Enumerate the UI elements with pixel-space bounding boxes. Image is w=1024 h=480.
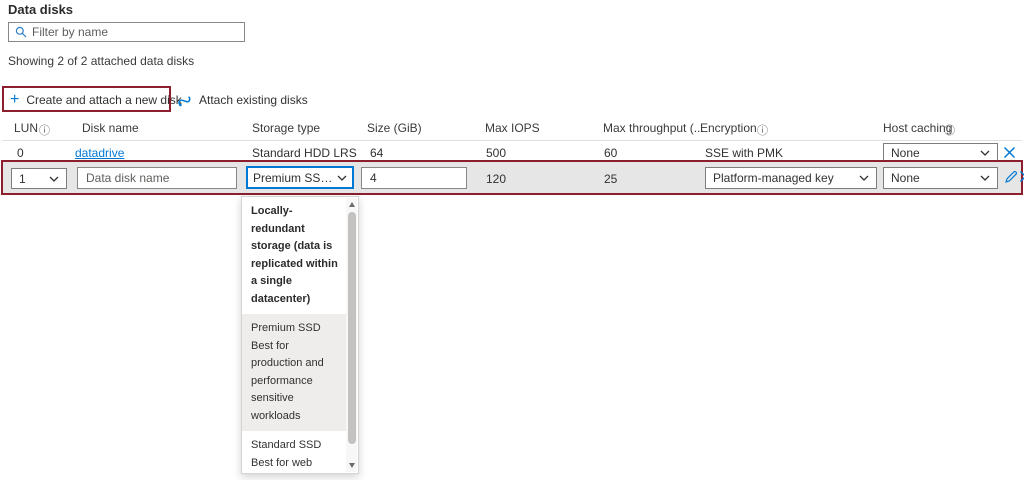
- dropdown-option-premium-ssd[interactable]: Premium SSD Best for production and perf…: [242, 314, 346, 431]
- option-description: Best for production and performance sens…: [251, 339, 324, 422]
- column-header-max-throughput: Max throughput (...: [603, 121, 704, 135]
- edit-disk-button[interactable]: [1004, 170, 1018, 184]
- row1-encryption: SSE with PMK: [705, 146, 784, 160]
- chevron-down-icon: [980, 175, 990, 181]
- pencil-icon: [1005, 170, 1018, 183]
- column-header-storage-type: Storage type: [252, 121, 321, 135]
- chevron-down-icon: [859, 175, 869, 181]
- row1-storage-type: Standard HDD LRS: [252, 146, 357, 160]
- chevron-down-icon: [49, 176, 59, 182]
- column-header-max-iops: Max IOPS: [485, 121, 540, 135]
- storage-type-dropdown: Locally-redundant storage (data is repli…: [241, 196, 359, 474]
- row1-size: 64: [370, 146, 384, 160]
- row1-disk-name-link[interactable]: datadrive: [75, 146, 124, 160]
- column-header-size: Size (GiB): [367, 121, 422, 135]
- header-divider: [2, 140, 1022, 141]
- row1-max-throughput: 60: [604, 146, 618, 160]
- filter-input-wrapper: [8, 22, 245, 42]
- new-disk-lun-select[interactable]: 1: [11, 168, 67, 189]
- new-disk-storage-type-select[interactable]: Premium SSD (l...: [246, 166, 354, 189]
- attach-existing-disks-label: Attach existing disks: [199, 93, 308, 107]
- option-description: Best for web servers, lightly used enter…: [251, 456, 313, 469]
- info-icon[interactable]: ⓘ: [757, 122, 768, 138]
- attach-existing-disks-button[interactable]: Attach existing disks: [177, 89, 308, 111]
- create-and-attach-disk-label: Create and attach a new disk: [26, 93, 182, 107]
- new-disk-host-caching-select[interactable]: None: [883, 167, 998, 189]
- new-disk-max-iops: 120: [486, 172, 507, 186]
- delete-new-disk-button[interactable]: [1019, 170, 1024, 183]
- column-header-host-caching: Host caching: [883, 121, 953, 135]
- option-name: Standard SSD: [251, 439, 322, 451]
- chevron-down-icon: [980, 150, 990, 156]
- chevron-down-icon: [337, 175, 347, 181]
- scroll-up-icon[interactable]: [348, 202, 355, 207]
- filter-input[interactable]: [32, 25, 238, 39]
- plus-icon: +: [10, 91, 20, 108]
- scrollbar-thumb[interactable]: [347, 212, 356, 444]
- column-header-disk-name: Disk name: [82, 121, 139, 135]
- results-summary: Showing 2 of 2 attached data disks: [8, 54, 195, 68]
- attach-disk-icon: [178, 95, 191, 106]
- close-icon: [1003, 146, 1016, 159]
- new-disk-max-throughput: 25: [604, 172, 618, 186]
- data-disks-panel: Data disks Showing 2 of 2 attached data …: [0, 0, 1024, 480]
- row1-lun: 0: [17, 146, 24, 160]
- column-header-encryption: Encryption: [700, 121, 757, 135]
- create-and-attach-disk-button[interactable]: + Create and attach a new disk: [10, 89, 182, 111]
- info-icon[interactable]: ⓘ: [39, 122, 50, 138]
- dropdown-option-standard-ssd[interactable]: Standard SSD Best for web servers, light…: [242, 431, 346, 473]
- new-disk-name-input[interactable]: [77, 167, 237, 189]
- scroll-down-icon[interactable]: [348, 463, 355, 468]
- info-icon[interactable]: ⓘ: [944, 122, 955, 138]
- page-title: Data disks: [8, 2, 74, 17]
- delete-disk-button[interactable]: [1003, 146, 1016, 159]
- close-icon: [1019, 170, 1024, 183]
- search-icon: [15, 26, 27, 38]
- option-name: Premium SSD: [251, 322, 321, 334]
- dropdown-scrollbar[interactable]: [346, 198, 357, 472]
- column-header-lun: LUN: [14, 121, 39, 135]
- dropdown-group-header: Locally-redundant storage (data is repli…: [251, 205, 338, 305]
- new-disk-size-input[interactable]: [361, 167, 467, 189]
- new-disk-encryption-select[interactable]: Platform-managed key: [705, 167, 877, 189]
- row1-max-iops: 500: [486, 146, 507, 160]
